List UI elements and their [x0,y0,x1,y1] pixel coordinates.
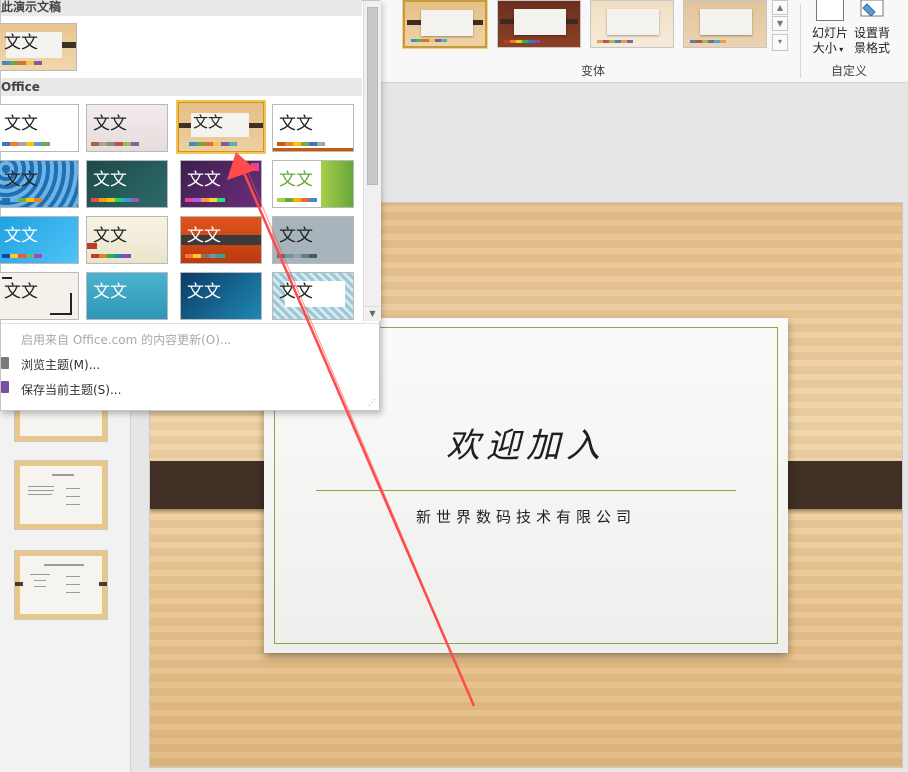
slide-thumbnail-3[interactable] [14,460,108,530]
slide-size-button[interactable]: 幻灯片 大小 ▾ [808,0,848,58]
theme-5[interactable]: 文文 [0,160,79,208]
variants-group-label: 变体 [581,64,606,78]
custom-group-label: 自定义 [831,64,868,78]
theme-thumb-text: 文文 [193,113,224,131]
theme-14[interactable]: 文文 [86,272,168,320]
theme-thumb-text: 文文 [279,282,313,302]
variant-thumb-2[interactable] [497,0,581,48]
theme-thumb-text: 文文 [187,226,221,246]
variants-scroll-up-button[interactable]: ▲ [772,0,788,15]
ribbon-separator [800,4,801,78]
theme-thumb-text: 文文 [279,170,313,190]
theme-office[interactable]: 文文 [0,104,79,152]
save-theme-icon [1,381,9,393]
browse-themes-item[interactable]: 浏览主题(M)... [21,356,100,373]
theme-thumb-text: 文文 [93,282,127,302]
title-divider [316,490,736,491]
theme-9[interactable]: 文文 [0,216,79,264]
theme-11[interactable]: 文文 [180,216,262,264]
save-current-theme-item[interactable]: 保存当前主题(S)... [21,381,121,398]
theme-2[interactable]: 文文 [86,104,168,152]
theme-thumb-text: 文文 [4,114,38,134]
slide-title[interactable]: 欢迎加入 [264,418,788,467]
enable-office-updates-item: 启用来自 Office.com 的内容更新(O)... [21,333,232,347]
theme-thumb-text: 文文 [187,282,221,302]
theme-thumb-text: 文文 [279,114,313,134]
slide-size-icon [816,0,844,21]
theme-thumb-text: 文文 [93,114,127,134]
theme-10[interactable]: 文文 [86,216,168,264]
gallery-separator [1,323,379,324]
chevron-down-icon: ▾ [836,45,844,54]
variant-thumb-4[interactable] [683,0,767,48]
theme-8[interactable]: 文文 [272,160,354,208]
theme-16[interactable]: 文文 [272,272,354,320]
theme-thumb-text: 文文 [279,226,313,246]
theme-thumb-text: 文文 [4,170,38,190]
office-themes-header: Office [1,78,362,96]
theme-15[interactable]: 文文 [180,272,262,320]
format-bg-label-1: 设置背 [853,26,890,40]
gallery-scrollbar[interactable]: ▼ [363,1,381,321]
current-theme-thumb[interactable]: 文文 [0,23,77,71]
theme-6[interactable]: 文文 [86,160,168,208]
resize-grip-icon[interactable]: ⋰ [368,398,376,407]
gallery-scroll-thumb[interactable] [367,7,378,185]
slide-thumbnail-4[interactable] [14,550,108,620]
slide-subtitle[interactable]: 新世界数码技术有限公司 [264,506,788,527]
variant-thumb-3[interactable] [590,0,674,48]
this-presentation-header: 此演示文稿 [1,0,362,16]
format-background-button[interactable]: 设置背 景格式 [851,0,893,58]
theme-wood-type-selected[interactable]: 文文 [176,100,266,154]
variant-thumb-1[interactable] [402,0,488,49]
theme-12[interactable]: 文文 [272,216,354,264]
theme-thumb-text: 文文 [4,226,38,246]
theme-thumb-text: 文文 [187,170,221,190]
theme-thumb-text: 文文 [93,170,127,190]
variants-scroll-down-button[interactable]: ▼ [772,16,788,31]
slide-size-label-2: 大小 [812,41,837,55]
theme-gallery-dropdown: 此演示文稿 文文 Office 文文 文文 文文 文文 文文 文文 文文 文文 … [0,0,381,411]
theme-thumb-text: 文文 [4,282,38,302]
theme-thumb-text: 文文 [93,226,127,246]
format-background-icon [860,0,884,17]
theme-13[interactable]: 文文 [0,272,79,320]
variants-more-button[interactable]: ▾ [772,34,788,51]
gallery-scroll-down-button[interactable]: ▼ [364,306,381,321]
slide-size-label-1: 幻灯片 [811,26,848,40]
theme-4[interactable]: 文文 [272,104,354,152]
browse-themes-icon [1,357,9,369]
theme-7[interactable]: 文文 [180,160,262,208]
theme-thumb-text: 文文 [4,33,38,53]
format-bg-label-2: 景格式 [853,41,890,55]
